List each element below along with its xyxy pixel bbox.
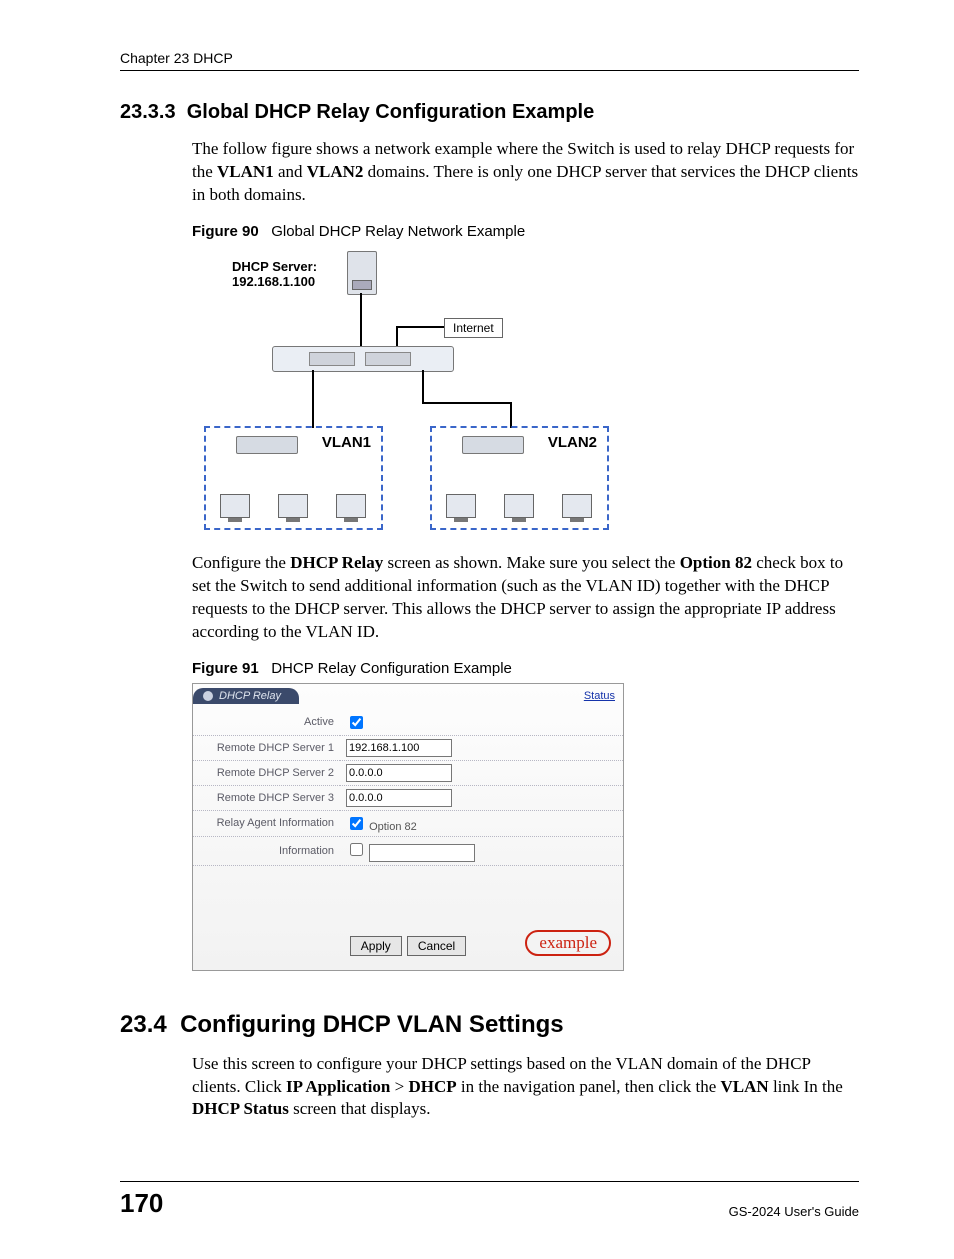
row-server1: Remote DHCP Server 1: [193, 735, 623, 760]
server3-input[interactable]: [346, 789, 452, 807]
tab-title: DHCP Relay: [219, 690, 281, 702]
pc-icon: [220, 494, 250, 518]
label-information: Information: [193, 836, 340, 865]
dhcp-relay-tab[interactable]: DHCP Relay: [193, 688, 299, 704]
server-icon: [347, 251, 377, 295]
connector-line: [397, 326, 445, 328]
connector-line: [312, 370, 314, 428]
page-number: 170: [120, 1188, 163, 1219]
figure-90-caption: Figure 90 Global DHCP Relay Network Exam…: [192, 223, 859, 240]
section-234-para: Use this screen to configure your DHCP s…: [192, 1053, 859, 1122]
connector-line: [422, 402, 512, 404]
server1-input[interactable]: [346, 739, 452, 757]
tab-dot-icon: [203, 691, 213, 701]
figure-91-caption: Figure 91 DHCP Relay Configuration Examp…: [192, 660, 859, 677]
connector-line: [360, 293, 362, 348]
dhcp-server-label: DHCP Server: 192.168.1.100: [232, 260, 317, 290]
guide-label: GS-2024 User's Guide: [729, 1204, 859, 1219]
pc-icon: [562, 494, 592, 518]
pc-icon: [504, 494, 534, 518]
vlan1-box: VLAN1: [204, 426, 383, 530]
section-heading-2333: 23.3.3 Global DHCP Relay Configuration E…: [120, 101, 859, 124]
switch-icon: [272, 346, 454, 372]
pc-icon: [278, 494, 308, 518]
chapter-header: Chapter 23 DHCP: [120, 50, 859, 71]
vlan1-title: VLAN1: [322, 434, 371, 451]
connector-line: [510, 402, 512, 428]
pc-icon: [446, 494, 476, 518]
label-server3: Remote DHCP Server 3: [193, 785, 340, 810]
row-information: Information: [193, 836, 623, 865]
figure-90-diagram: DHCP Server: 192.168.1.100 Internet VLAN…: [192, 246, 622, 546]
row-server3: Remote DHCP Server 3: [193, 785, 623, 810]
apply-button[interactable]: Apply: [350, 936, 402, 956]
mini-switch-icon: [236, 436, 298, 454]
active-checkbox[interactable]: [350, 716, 363, 729]
internet-label: Internet: [444, 318, 503, 338]
cancel-button[interactable]: Cancel: [407, 936, 466, 956]
pc-icon: [336, 494, 366, 518]
section-heading-234: 23.4 Configuring DHCP VLAN Settings: [120, 1011, 859, 1039]
config-table: Active Remote DHCP Server 1 Remote DHCP …: [193, 710, 623, 866]
page-footer: 170 GS-2024 User's Guide: [120, 1181, 859, 1219]
mini-switch-icon: [462, 436, 524, 454]
mid-paragraph: Configure the DHCP Relay screen as shown…: [192, 552, 859, 644]
section-number: 23.3.3: [120, 101, 176, 123]
row-server2: Remote DHCP Server 2: [193, 760, 623, 785]
vlan2-title: VLAN2: [548, 434, 597, 451]
information-input[interactable]: [369, 844, 475, 862]
option82-label: Option 82: [369, 821, 417, 833]
status-link[interactable]: Status: [584, 690, 615, 702]
label-relay-agent: Relay Agent Information: [193, 810, 340, 836]
example-badge: example: [525, 930, 611, 956]
section-2333-para1: The follow figure shows a network exampl…: [192, 138, 859, 207]
button-row: Apply Cancel example: [193, 936, 623, 956]
option82-checkbox[interactable]: [350, 817, 363, 830]
section-number: 23.4: [120, 1011, 167, 1038]
row-active: Active: [193, 710, 623, 736]
label-server1: Remote DHCP Server 1: [193, 735, 340, 760]
label-active: Active: [193, 710, 340, 736]
connector-line: [422, 370, 424, 402]
vlan2-box: VLAN2: [430, 426, 609, 530]
connector-line: [396, 326, 398, 348]
figure-91-screenshot: DHCP Relay Status Active Remote DHCP Ser…: [192, 683, 624, 971]
server2-input[interactable]: [346, 764, 452, 782]
row-relay-agent: Relay Agent Information Option 82: [193, 810, 623, 836]
section-title: Global DHCP Relay Configuration Example: [187, 101, 594, 123]
section-title: Configuring DHCP VLAN Settings: [180, 1011, 564, 1038]
label-server2: Remote DHCP Server 2: [193, 760, 340, 785]
information-checkbox[interactable]: [350, 843, 363, 856]
